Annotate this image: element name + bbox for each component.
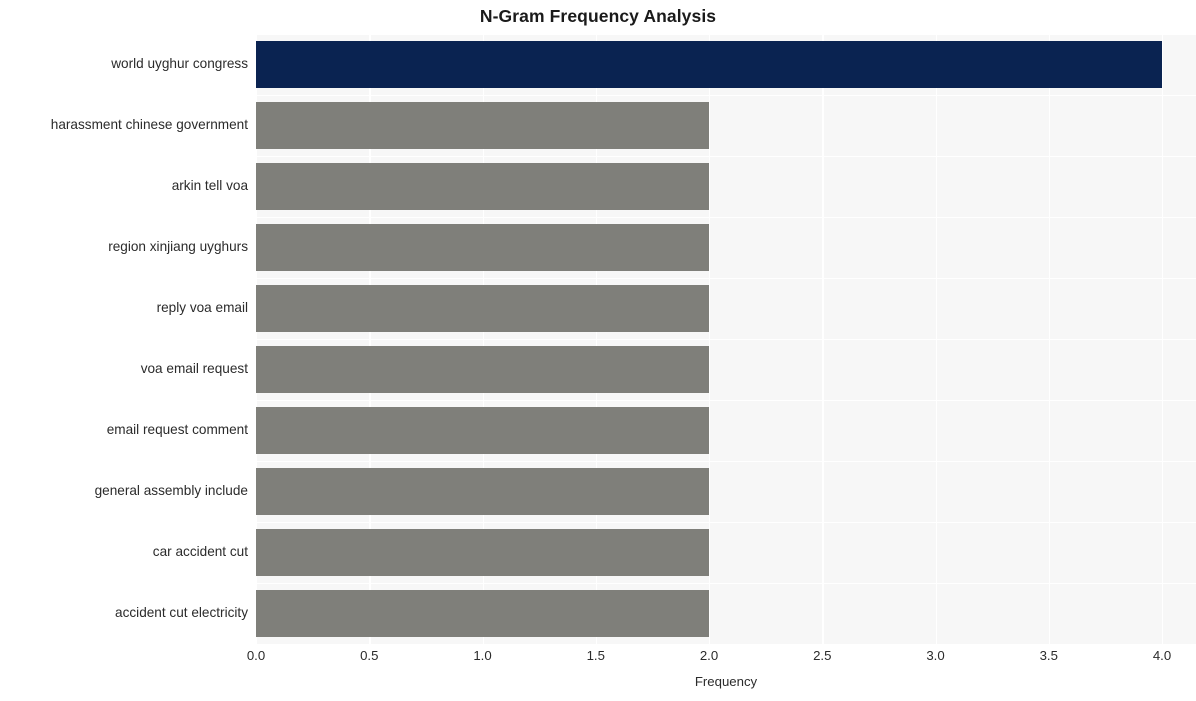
horizontal-gridline <box>256 217 1196 219</box>
y-axis-tick-label: voa email request <box>140 360 248 376</box>
x-axis-tick-label: 0.5 <box>360 648 379 663</box>
y-axis-tick-label: world uyghur congress <box>111 55 248 71</box>
horizontal-gridline <box>256 339 1196 341</box>
chart-figure: N-Gram Frequency Analysis world uyghur c… <box>0 0 1196 701</box>
bar <box>256 529 709 576</box>
x-axis-tick-label: 1.0 <box>473 648 492 663</box>
bar <box>256 468 709 515</box>
x-axis-tick-label: 2.5 <box>813 648 832 663</box>
horizontal-gridline <box>256 522 1196 524</box>
bar <box>256 590 709 637</box>
y-axis-tick-label: car accident cut <box>152 543 248 559</box>
y-axis-tick-label: accident cut electricity <box>115 604 248 620</box>
x-axis-tick-label: 3.5 <box>1039 648 1058 663</box>
bar <box>256 285 709 332</box>
horizontal-gridline <box>256 95 1196 97</box>
horizontal-gridline <box>256 400 1196 402</box>
bar <box>256 41 1163 88</box>
horizontal-gridline <box>256 461 1196 463</box>
x-axis-tick-label: 2.0 <box>699 648 719 663</box>
x-axis-title: Frequency <box>694 674 758 689</box>
horizontal-gridline <box>256 583 1196 585</box>
bar <box>256 224 709 271</box>
y-axis-tick-label: general assembly include <box>94 482 248 498</box>
x-axis-tick-label: 4.0 <box>1152 648 1172 663</box>
bar <box>256 407 709 454</box>
y-axis-tick-label: harassment chinese government <box>50 116 248 132</box>
bar <box>256 346 709 393</box>
x-axis-tick-labels: 0.0 0.5 1.0 1.5 2.0 2.5 3.0 3.5 4.0 <box>247 648 1196 670</box>
bar <box>256 102 709 149</box>
bar <box>256 163 709 210</box>
y-axis-tick-labels: world uyghur congress harassment chinese … <box>0 34 248 644</box>
horizontal-gridline <box>256 156 1196 158</box>
x-axis-tick-label: 3.0 <box>926 648 945 663</box>
chart-title: N-Gram Frequency Analysis <box>479 6 717 26</box>
x-axis-tick-label: 0.0 <box>246 648 266 663</box>
y-axis-tick-label: email request comment <box>106 421 248 437</box>
horizontal-gridline <box>256 34 1196 36</box>
plot-area <box>256 34 1196 644</box>
y-axis-tick-label: region xinjiang uyghurs <box>108 238 248 254</box>
x-axis-tick-label: 1.5 <box>586 648 605 663</box>
horizontal-gridline <box>256 278 1196 280</box>
y-axis-tick-label: reply voa email <box>156 299 248 315</box>
y-axis-tick-label: arkin tell voa <box>171 177 248 193</box>
